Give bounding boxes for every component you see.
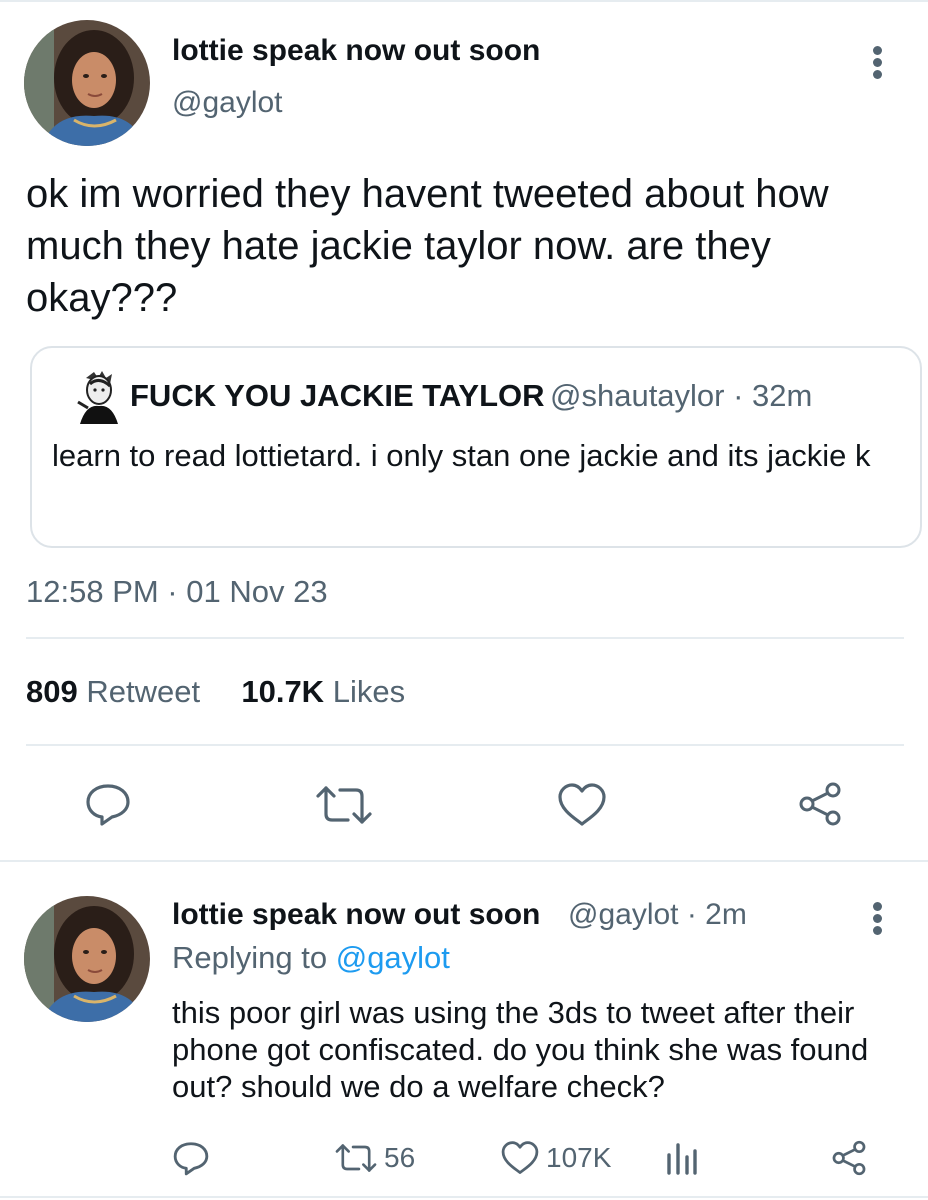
reply-retweet-count: 56 bbox=[384, 1142, 416, 1173]
quoted-author-name: FUCK YOU JACKIE TAYLOR bbox=[130, 378, 545, 413]
divider bbox=[26, 637, 904, 639]
author-display-name[interactable]: lottie speak now out soon bbox=[172, 34, 540, 68]
reply-retweet-button[interactable]: 56 bbox=[334, 1138, 415, 1178]
divider bbox=[26, 744, 904, 746]
reply-like-button[interactable]: 107K bbox=[500, 1138, 611, 1178]
author-avatar[interactable] bbox=[24, 20, 150, 146]
tweet-stats: 809 Retweet 10.7K Likes bbox=[26, 674, 405, 710]
likes-count[interactable]: 10.7K bbox=[241, 674, 324, 709]
like-icon bbox=[501, 1141, 539, 1175]
section-divider bbox=[0, 860, 928, 862]
reply-text: this poor girl was using the 3ds to twee… bbox=[172, 995, 869, 1104]
replying-to: Replying to @gaylot bbox=[172, 940, 450, 976]
retweet-icon bbox=[335, 1144, 377, 1172]
reply-like-count: 107K bbox=[546, 1142, 612, 1173]
quoted-tweet-text: learn to read lottietard. i only stan on… bbox=[52, 438, 871, 473]
bottom-divider bbox=[0, 1196, 928, 1198]
reply-icon[interactable] bbox=[84, 782, 132, 826]
tweet-timestamp[interactable]: 12:58 PM · 01 Nov 23 bbox=[26, 574, 328, 610]
likes-label[interactable]: Likes bbox=[333, 674, 405, 709]
quoted-tweet-card[interactable]: FUCK YOU JACKIE TAYLOR @shautaylor · 32m… bbox=[30, 346, 922, 548]
retweet-label[interactable]: Retweet bbox=[86, 674, 200, 709]
analytics-icon bbox=[667, 1143, 697, 1175]
reply-author-avatar[interactable] bbox=[24, 896, 150, 1022]
replying-to-label: Replying to bbox=[172, 940, 328, 975]
reply-icon bbox=[173, 1142, 209, 1176]
top-divider bbox=[0, 0, 928, 2]
tweet-text: ok im worried they havent tweeted about … bbox=[26, 172, 829, 320]
retweet-icon[interactable] bbox=[314, 784, 374, 826]
like-icon[interactable] bbox=[556, 782, 608, 828]
quoted-author-handle: @shautaylor · 32m bbox=[550, 378, 813, 413]
reply-analytics-button[interactable] bbox=[666, 1138, 698, 1178]
reply-more-options-icon[interactable] bbox=[866, 898, 890, 938]
reply-share-button[interactable] bbox=[830, 1138, 868, 1178]
share-icon bbox=[832, 1140, 866, 1176]
quoted-author-avatar bbox=[72, 368, 122, 426]
share-icon[interactable] bbox=[796, 780, 844, 828]
retweet-count[interactable]: 809 bbox=[26, 674, 78, 709]
more-options-icon[interactable] bbox=[866, 42, 890, 82]
reply-author-name[interactable]: lottie speak now out soon bbox=[172, 898, 540, 932]
reply-author-handle[interactable]: @gaylot · 2m bbox=[568, 898, 747, 932]
author-handle[interactable]: @gaylot bbox=[172, 86, 283, 120]
reply-reply-button[interactable] bbox=[172, 1138, 210, 1178]
replying-to-mention[interactable]: @gaylot bbox=[336, 940, 450, 975]
